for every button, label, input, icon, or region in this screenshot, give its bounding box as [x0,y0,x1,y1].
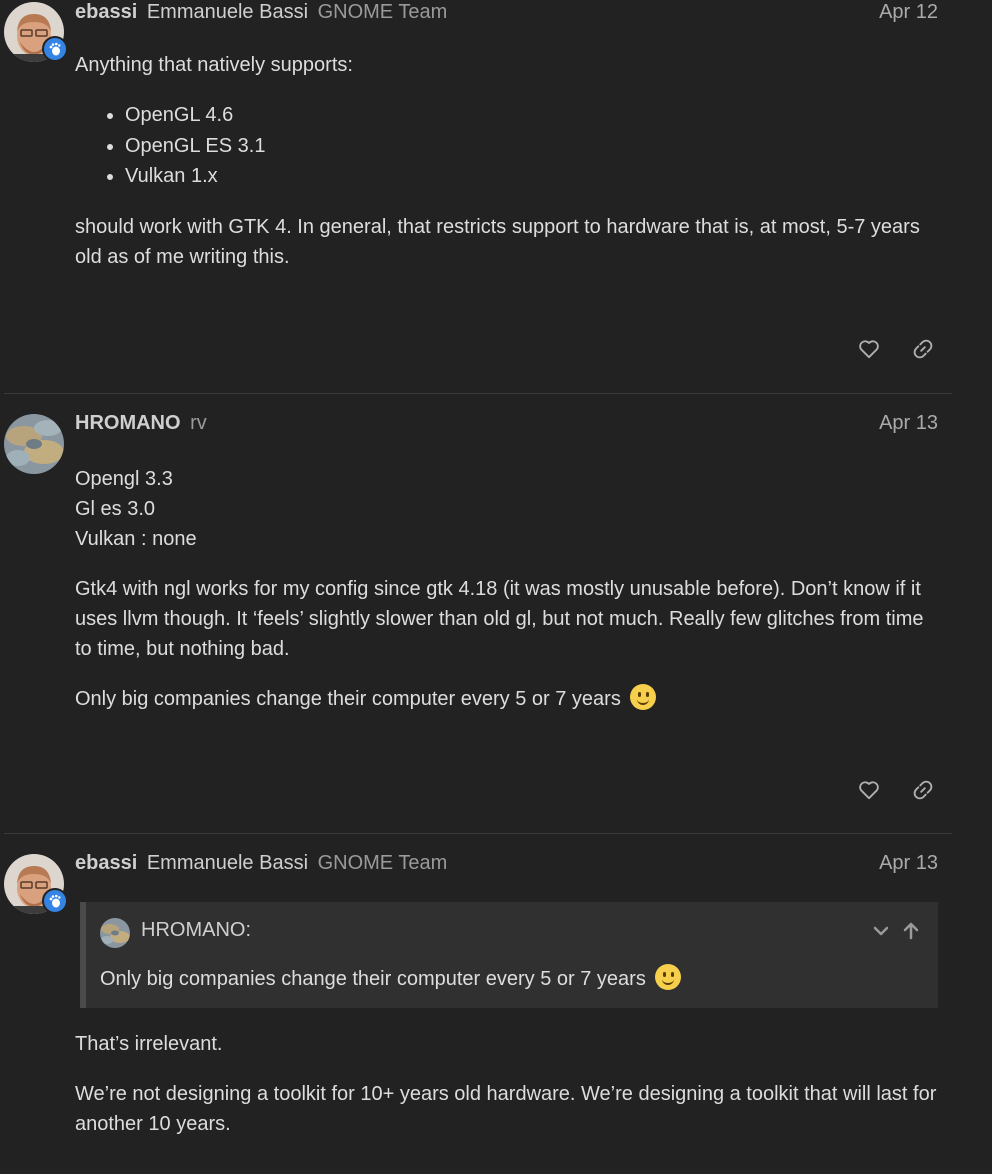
text-line: Vulkan : none [75,528,197,550]
share-link-button[interactable] [908,334,938,364]
gnome-foot-icon [42,888,68,914]
list-item: OpenGL 4.6 [125,100,938,131]
expand-quote-button[interactable] [870,920,892,942]
post-paragraph: Anything that natively supports: [75,54,353,76]
post-paragraph: Gtk4 with ngl works for my config since … [75,578,924,660]
post-body: Opengl 3.3 Gl es 3.0 Vulkan : none Gtk4 … [75,464,938,734]
like-button[interactable] [854,334,884,364]
quote-author[interactable]: HROMANO: [141,919,251,942]
post-paragraph: We’re not designing a toolkit for 10+ ye… [75,1083,937,1135]
post-1: ebassi Emmanuele Bassi GNOME Team Apr 12… [4,0,952,392]
link-icon [913,339,933,359]
post-list: OpenGL 4.6 OpenGL ES 3.1 Vulkan 1.x [75,100,938,192]
username[interactable]: ebassi [75,1,137,23]
share-link-button[interactable] [908,775,938,805]
link-icon [913,780,933,800]
post-paragraph: Opengl 3.3 Gl es 3.0 Vulkan : none [75,464,938,554]
post-paragraph: Only big companies change their computer… [75,684,938,714]
arrow-up-icon [903,922,919,940]
quote-line: Only big companies change their computer… [100,968,646,990]
full-name[interactable]: Emmanuele Bassi [147,852,308,874]
post-author: ebassi Emmanuele Bassi GNOME Team [75,1,447,24]
user-title: rv [190,412,207,434]
post-paragraph: That’s irrelevant. [75,1033,223,1055]
slightly-smiling-face-icon [630,684,657,710]
post-2: HROMANO rv Apr 13 Opengl 3.3 Gl es 3.0 V… [4,393,952,834]
post-date[interactable]: Apr 12 [879,1,938,24]
slightly-smiling-face-icon [655,964,682,990]
list-item: Vulkan 1.x [125,161,938,192]
text-line: Gl es 3.0 [75,498,156,520]
text-line: Only big companies change their computer… [75,688,621,710]
quote-controls [870,920,922,942]
post-author: HROMANO rv [75,412,207,435]
quote-avatar[interactable] [100,918,130,948]
avatar[interactable] [4,414,64,474]
chevron-down-icon [873,926,889,936]
post-body: That’s irrelevant. We’re not designing a… [75,1029,938,1159]
post-date[interactable]: Apr 13 [879,412,938,435]
text-line: Opengl 3.3 [75,468,173,490]
like-button[interactable] [854,775,884,805]
user-title: GNOME Team [317,852,448,874]
post-author: ebassi Emmanuele Bassi GNOME Team [75,852,447,875]
quote-block: HROMANO: Only big companies change their… [80,902,938,1008]
post-3: ebassi Emmanuele Bassi GNOME Team Apr 13… [4,833,952,1174]
heart-icon [859,781,879,800]
post-actions [854,334,938,364]
post-date[interactable]: Apr 13 [879,852,938,875]
gnome-foot-icon [42,36,68,62]
quote-text: Only big companies change their computer… [100,964,682,991]
username[interactable]: ebassi [75,852,137,874]
full-name[interactable]: Emmanuele Bassi [147,1,308,23]
heart-icon [859,340,879,359]
page-gutter [952,0,992,1162]
jump-to-post-button[interactable] [900,920,922,942]
user-title: GNOME Team [317,1,448,23]
post-paragraph: should work with GTK 4. In general, that… [75,215,920,268]
list-item: OpenGL ES 3.1 [125,131,938,162]
post-actions [854,775,938,805]
post-body: Anything that natively supports: OpenGL … [75,50,938,292]
username[interactable]: HROMANO [75,412,181,434]
